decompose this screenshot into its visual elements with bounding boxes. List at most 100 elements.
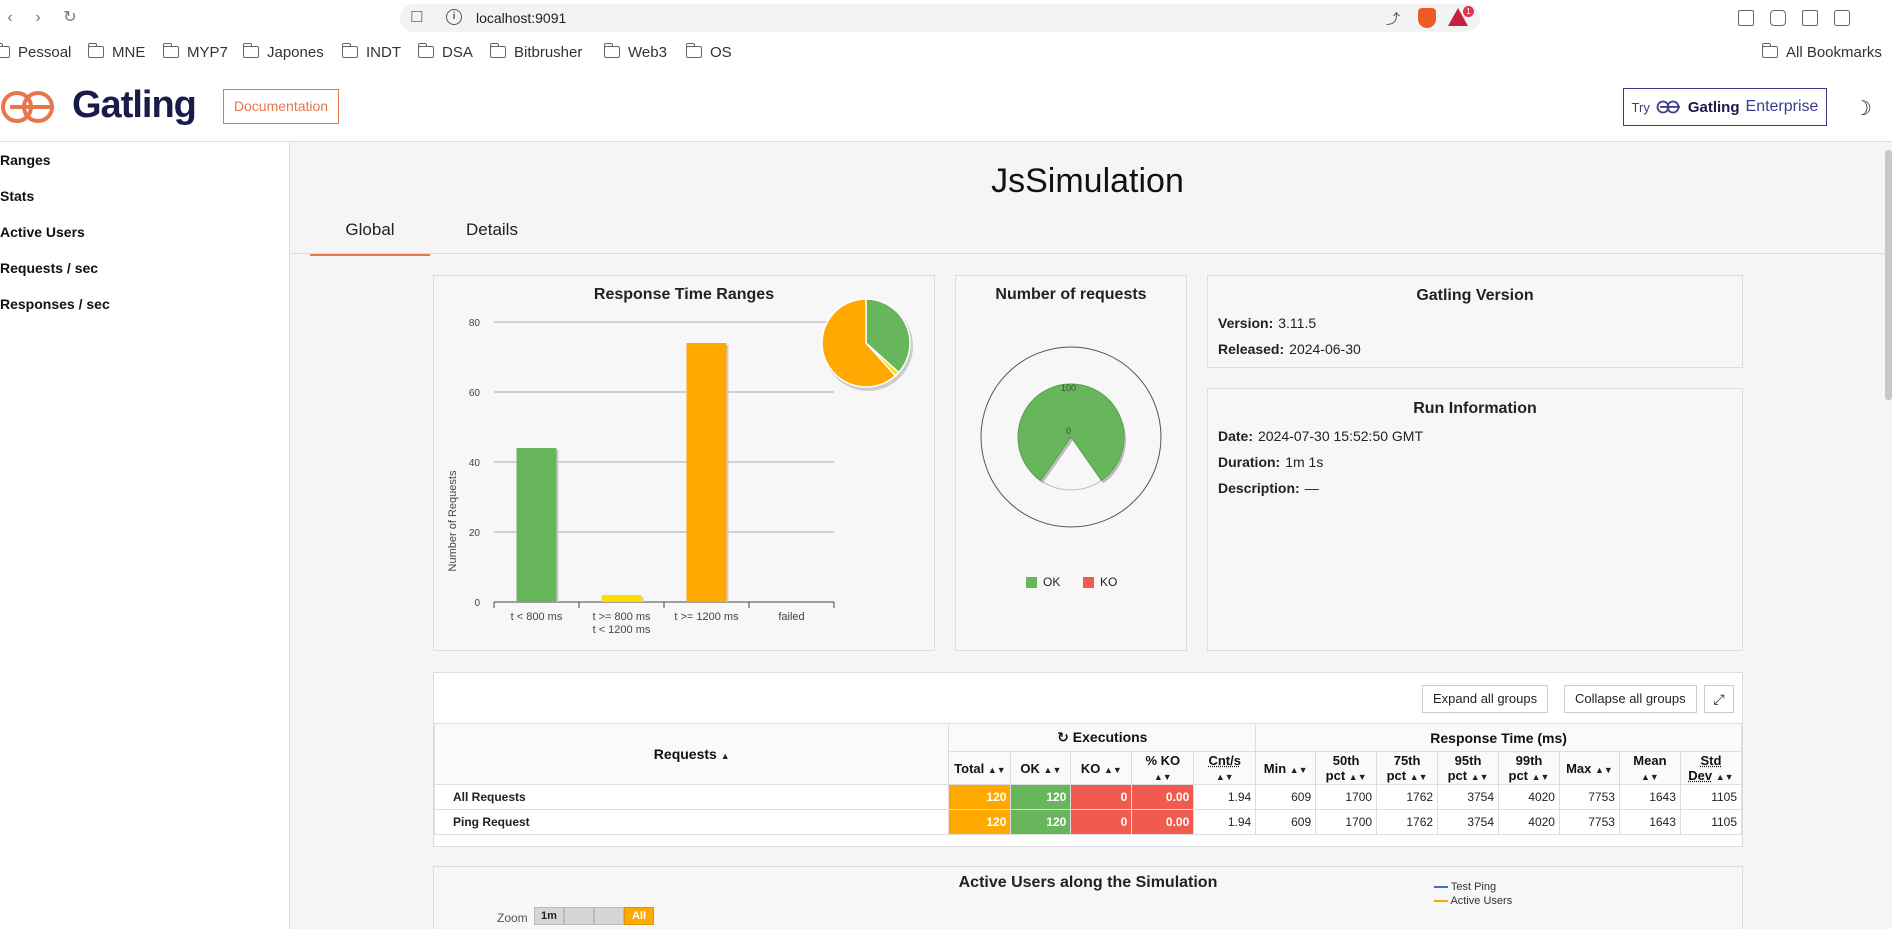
requests-gauge-chart: 100 0 [980,346,1162,528]
bookmark-icon[interactable]: ☐ [410,8,423,26]
y-tick-label: 20 [469,528,481,539]
brave-shield-icon[interactable] [1418,8,1436,28]
col-95th-pct[interactable]: 95th pct ▲▼ [1437,751,1500,785]
dark-mode-icon[interactable]: ☽ [1854,96,1872,121]
folder-icon [1761,43,1778,58]
cell-95th: 3754 [1437,809,1500,835]
x-category-label: t >= 800 ms [592,611,651,623]
bar [601,595,642,602]
forward-icon[interactable]: › [28,8,48,28]
x-category-label: t >= 1200 ms [674,611,739,623]
version-value: 3.11.5 [1278,315,1317,331]
bookmark-folder[interactable]: Pessoal [0,43,71,61]
bookmark-folder[interactable]: OS [685,43,732,61]
cell-pct-ko: 0.00 [1131,784,1195,810]
ranges-chart: Number of Requests 80 60 40 20 0 t < 800 ms t … [447,298,913,636]
date-row: Date: 2024-07-30 15:52:50 GMT [1218,428,1424,444]
bookmark-folder[interactable]: MYP7 [162,43,228,61]
screenshot-icon[interactable] [1738,10,1754,26]
row-name[interactable]: Ping Request [433,809,950,835]
cell-cnt-s: 1.94 [1193,809,1257,835]
bookmarks-bar: Pessoal MNE MYP7 Japones INDT DSA Bitbru… [0,36,1892,68]
col-total[interactable]: Total ▲▼ [948,751,1012,785]
cell-50th: 1700 [1315,809,1378,835]
sidebar-toggle-icon[interactable] [1802,10,1818,26]
col-cnt-s[interactable]: Cnt/s ▲▼ [1193,751,1257,785]
address-bar[interactable]: ☐ i localhost:9091 ⤴ 1 [400,4,1480,32]
gauge-zero-label: 0 [1066,426,1071,436]
all-bookmarks[interactable]: All Bookmarks [1761,43,1882,61]
cell-pct-ko: 0.00 [1131,809,1195,835]
sidebar-item-requests-sec[interactable]: Requests / sec [0,260,98,276]
share-icon[interactable]: ⤴ [1386,9,1400,29]
cell-50th: 1700 [1315,784,1378,810]
sort-icon: ▲▼ [1715,772,1734,782]
col-min[interactable]: Min ▲▼ [1255,751,1317,785]
site-info-icon[interactable]: i [446,9,462,25]
scrollbar[interactable] [1885,150,1892,400]
col-ko[interactable]: KO ▲▼ [1070,751,1133,785]
logo-text[interactable]: Gatling [72,84,197,127]
bookmark-folder[interactable]: MNE [87,43,145,61]
col-mean[interactable]: Mean ▲▼ [1618,751,1681,785]
bar [686,343,727,602]
sort-icon: ▲▼ [1153,772,1172,782]
back-icon[interactable]: ‹ [0,8,20,28]
zoom-button[interactable] [594,907,624,925]
col-99th-pct[interactable]: 99th pct ▲▼ [1498,751,1560,785]
zoom-1m-button[interactable]: 1m [534,907,564,925]
col-std-dev[interactable]: Std Dev ▲▼ [1679,751,1743,785]
tab-global[interactable]: Global [310,220,430,256]
sidebar-item-responses-sec[interactable]: Responses / sec [0,296,110,312]
cell-mean: 1643 [1618,809,1681,835]
folder-icon [87,43,104,58]
url-text[interactable]: localhost:9091 [476,10,566,26]
tab-details[interactable]: Details [466,220,518,240]
zoom-label: Zoom [497,911,528,925]
app-header: Gatling Documentation Try Gatling Enterp… [0,72,1892,142]
requests-column-header[interactable]: Requests ▲ [433,723,950,785]
cell-99th: 4020 [1498,784,1560,810]
extensions-icon[interactable] [1770,10,1786,26]
cell-total: 120 [948,809,1012,835]
col-ok[interactable]: OK ▲▼ [1010,751,1072,785]
released-value: 2024-06-30 [1289,341,1361,357]
legend-ok[interactable]: OK [1026,575,1060,589]
bookmark-folder[interactable]: Bitbrusher [489,43,582,61]
try-enterprise-button[interactable]: Try Gatling Enterprise [1623,88,1827,126]
col-max[interactable]: Max ▲▼ [1558,751,1620,785]
reload-icon[interactable]: ↻ [60,8,80,28]
sidebar-item-stats[interactable]: Stats [0,188,34,204]
folder-icon [603,43,620,58]
documentation-button[interactable]: Documentation [223,89,339,124]
run-info-title: Run Information [1413,400,1537,417]
sort-icon: ▲▼ [1641,772,1659,782]
fullscreen-icon[interactable]: ⤢ [1704,685,1734,713]
legend-swatch [1434,886,1448,889]
sidebar-item-active-users[interactable]: Active Users [0,224,85,240]
y-tick-label: 80 [469,318,481,329]
legend-active-users[interactable]: Active Users [1434,895,1512,907]
legend-ko[interactable]: KO [1083,575,1117,589]
collapse-all-groups-button[interactable]: Collapse all groups [1564,685,1697,713]
zoom-all-button[interactable]: All [624,907,654,925]
col-75th-pct[interactable]: 75th pct ▲▼ [1376,751,1439,785]
bookmark-folder[interactable]: Web3 [603,43,667,61]
sidebar-item-ranges[interactable]: Ranges [0,152,51,168]
bookmark-folder[interactable]: DSA [417,43,473,61]
col-pct-ko[interactable]: % KO ▲▼ [1131,751,1195,785]
expand-all-groups-button[interactable]: Expand all groups [1422,685,1549,713]
row-name[interactable]: All Requests [433,784,950,810]
cell-min: 609 [1255,809,1317,835]
wallet-icon[interactable] [1834,10,1850,26]
gatling-version-panel: Gatling Version Version: 3.11.5 Released:… [1207,275,1743,368]
cell-total: 120 [948,784,1012,810]
bookmark-folder[interactable]: INDT [341,43,401,61]
bookmark-folder[interactable]: Japones [242,43,324,61]
table-row[interactable]: All Requests 120 120 0 0.00 1.94 609 170… [433,784,1743,810]
table-row[interactable]: Ping Request 120 120 0 0.00 1.94 609 170… [433,809,1743,835]
col-50th-pct[interactable]: 50th pct ▲▼ [1315,751,1378,785]
gatling-logo-icon[interactable] [0,90,60,124]
zoom-button[interactable] [564,907,594,925]
legend-test-ping[interactable]: Test Ping [1434,881,1496,893]
